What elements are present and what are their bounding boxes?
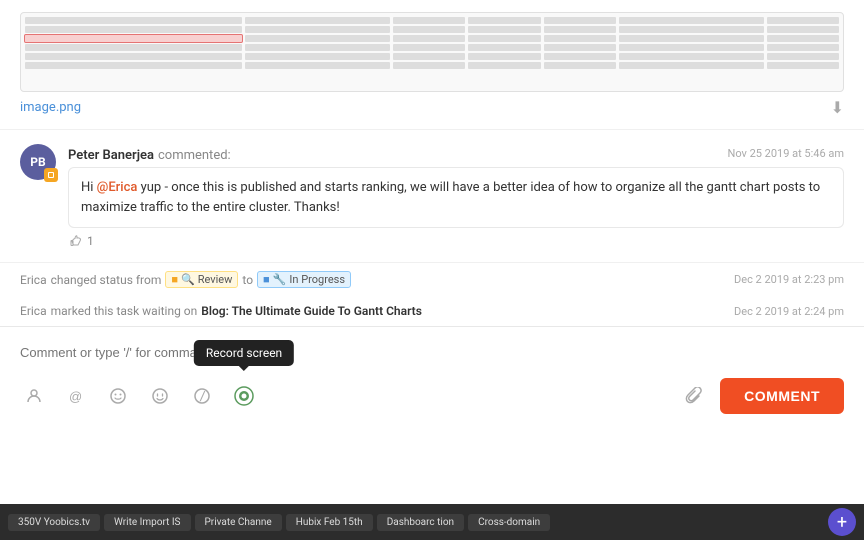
record-screen-icon[interactable] — [230, 382, 258, 410]
comment-header: PB Peter Banerjea commented: Nov 25 2019… — [20, 144, 844, 248]
smile-icon[interactable] — [146, 382, 174, 410]
taskbar-item-4[interactable]: Dashboarc tion — [377, 514, 464, 531]
image-thumbnail — [20, 12, 844, 92]
taskbar-item-3[interactable]: Hubix Feb 15th — [286, 514, 373, 531]
attachment-icon[interactable] — [680, 382, 708, 410]
record-icon-container[interactable]: Record screen — [230, 382, 258, 410]
comment-author: Peter Banerjea — [68, 148, 154, 163]
avatar-badge — [44, 168, 58, 182]
comment-input-area: @ / Record screen — [0, 326, 864, 422]
mention[interactable]: @Erica — [97, 180, 138, 195]
svg-text:/: / — [199, 389, 206, 403]
person-icon[interactable] — [20, 382, 48, 410]
like-row: 1 — [68, 234, 844, 248]
main-content: image.png ⬇ PB Peter Banerjea commented:… — [0, 0, 864, 504]
comment-button[interactable]: COMMENT — [720, 378, 844, 414]
comment-action: commented: — [158, 148, 231, 163]
to-status-badge: ■ 🔧 In Progress — [257, 271, 351, 288]
status-change-text-2: Erica marked this task waiting on Blog: … — [20, 304, 422, 318]
taskbar-item-5[interactable]: Cross-domain — [468, 514, 550, 531]
status-change-text-1: Erica changed status from ■ 🔍 Review to … — [20, 271, 351, 288]
taskbar-plus-button[interactable]: + — [828, 508, 856, 536]
image-area: image.png ⬇ — [0, 0, 864, 130]
comment-meta: Peter Banerjea commented: Nov 25 2019 at… — [68, 144, 844, 163]
record-screen-tooltip: Record screen — [194, 340, 294, 366]
comment-timestamp: Nov 25 2019 at 5:46 am — [727, 147, 844, 160]
at-icon[interactable]: @ — [62, 382, 90, 410]
status-change-1: Erica changed status from ■ 🔍 Review to … — [0, 263, 864, 296]
download-icon[interactable]: ⬇ — [831, 98, 844, 117]
svg-text:@: @ — [69, 389, 82, 404]
toolbar-left: @ / Record screen — [20, 382, 258, 410]
avatar: PB — [20, 144, 56, 180]
status-time-1: Dec 2 2019 at 2:23 pm — [734, 273, 844, 286]
status-time-2: Dec 2 2019 at 2:24 pm — [734, 305, 844, 318]
like-button[interactable]: 1 — [70, 234, 94, 248]
taskbar-item-0[interactable]: 350V Yoobics.tv — [8, 514, 100, 531]
from-status-badge: ■ 🔍 Review — [165, 271, 238, 288]
comment-section: PB Peter Banerjea commented: Nov 25 2019… — [0, 130, 864, 263]
comment-body: Peter Banerjea commented: Nov 25 2019 at… — [68, 144, 844, 248]
comment-text: Hi @Erica yup - once this is published a… — [68, 167, 844, 228]
taskbar-item-1[interactable]: Write Import IS — [104, 514, 191, 531]
taskbar-item-2[interactable]: Private Channe — [195, 514, 282, 531]
status-change-2: Erica marked this task waiting on Blog: … — [0, 296, 864, 326]
status-link[interactable]: Blog: The Ultimate Guide To Gantt Charts — [201, 304, 422, 318]
slash-icon[interactable]: / — [188, 382, 216, 410]
like-count: 1 — [87, 234, 94, 248]
comment-input[interactable] — [20, 341, 844, 370]
bottom-taskbar: 350V Yoobics.tv Write Import IS Private … — [0, 504, 864, 540]
image-link[interactable]: image.png — [20, 100, 81, 115]
toolbar-right: COMMENT — [680, 378, 844, 414]
comment-toolbar: @ / Record screen — [20, 370, 844, 422]
emoji-happy-icon[interactable] — [104, 382, 132, 410]
